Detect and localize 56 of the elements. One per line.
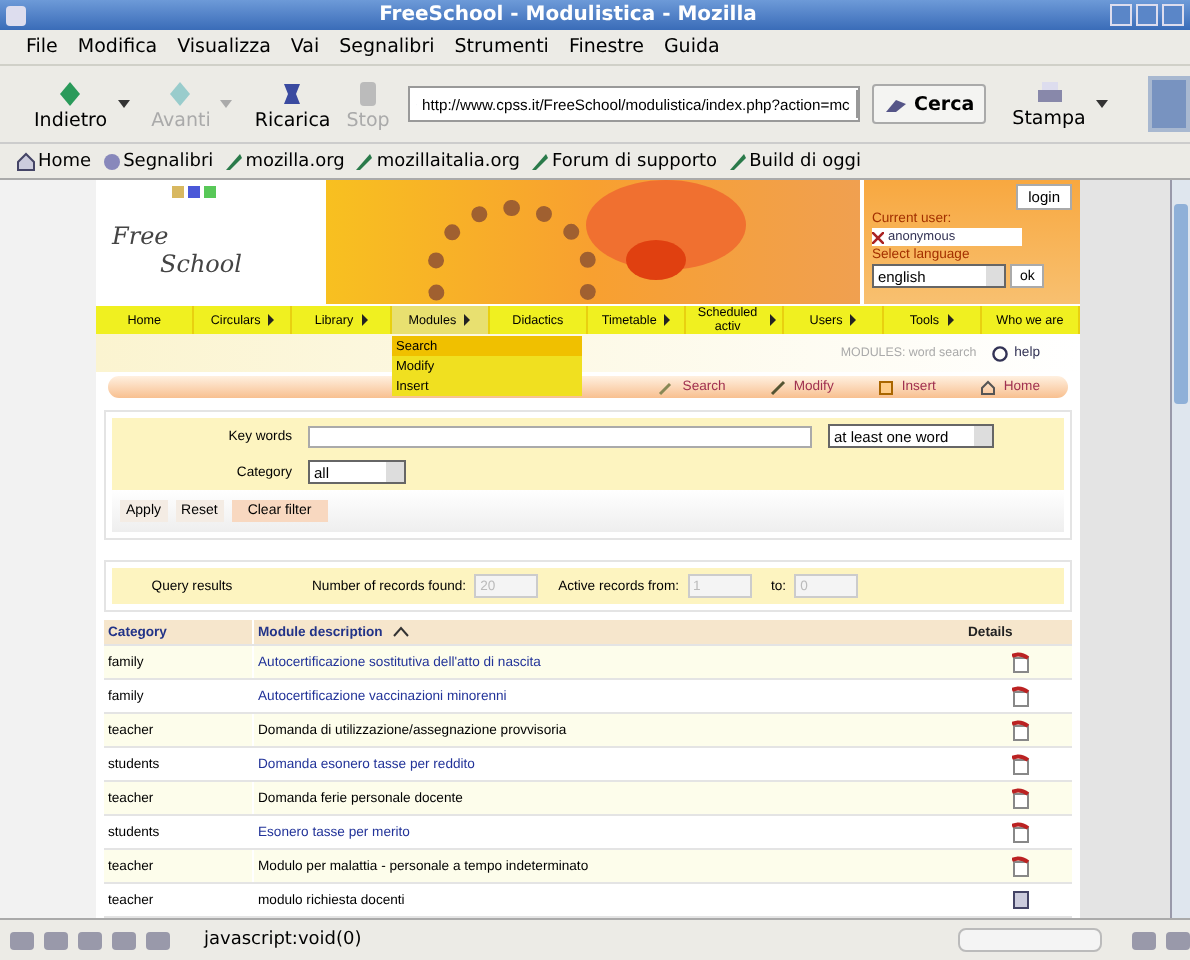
bookmark-item[interactable]: Segnalibri — [101, 151, 214, 171]
menu-item[interactable]: Strumenti — [454, 36, 549, 58]
bookmark-item[interactable]: mozillaitalia.org — [354, 151, 521, 171]
toolbar-button[interactable]: Indietro — [28, 77, 114, 131]
pdf-file-icon[interactable] — [1011, 821, 1029, 843]
bookmark-item[interactable]: Home — [16, 151, 92, 171]
help-icon — [992, 345, 1009, 362]
menu-item[interactable]: Finestre — [568, 36, 644, 58]
insert-icon — [877, 379, 894, 396]
search-icon — [884, 95, 909, 113]
status-bar-icon[interactable] — [10, 931, 34, 949]
link-icon — [354, 151, 375, 171]
throbber-icon[interactable] — [1147, 76, 1190, 132]
menu-item[interactable]: Modifica — [77, 36, 158, 58]
bookmark-item[interactable]: mozilla.org — [223, 151, 345, 171]
menu-item[interactable]: Segnalibri — [339, 36, 435, 58]
printer-icon — [1033, 79, 1066, 107]
window-title: FreeSchool - Modulistica - Mozilla — [377, 4, 759, 26]
user-icon — [871, 231, 884, 243]
menu-item[interactable]: Vai — [290, 36, 320, 58]
maximize-button[interactable] — [1136, 4, 1158, 26]
pdf-file-icon[interactable] — [1011, 651, 1029, 673]
pdf-file-icon[interactable] — [1011, 753, 1029, 775]
pdf-file-icon[interactable] — [1011, 855, 1029, 877]
search-icon — [658, 379, 675, 396]
home-icon — [16, 151, 36, 171]
link-icon — [223, 151, 244, 171]
home-icon — [979, 379, 996, 396]
document-icon[interactable] — [1011, 890, 1029, 910]
menu-item[interactable]: Visualizza — [177, 36, 271, 58]
close-button[interactable] — [1162, 4, 1184, 26]
status-bar-icon[interactable] — [112, 931, 136, 949]
search-button[interactable]: Cerca — [872, 84, 987, 124]
print-button[interactable]: Stampa — [1006, 79, 1092, 129]
pdf-file-icon[interactable] — [1011, 787, 1029, 809]
pdf-file-icon[interactable] — [1011, 685, 1029, 707]
keywords-field[interactable] — [308, 425, 812, 447]
bookmark-item[interactable]: Forum di supporto — [530, 151, 718, 171]
bookmarks-icon — [101, 151, 122, 171]
link-icon — [530, 151, 551, 171]
status-bar-icon[interactable] — [44, 931, 68, 949]
status-text: javascript:void(0) — [204, 930, 364, 950]
status-bar-icon[interactable] — [146, 931, 170, 949]
bookmark-item[interactable]: Build di oggi — [727, 151, 862, 171]
window-menu-icon[interactable] — [6, 5, 26, 25]
scrollbar[interactable] — [1170, 180, 1190, 918]
toolbar-button[interactable]: Ricarica — [248, 77, 337, 131]
menu-item[interactable]: File — [26, 36, 58, 58]
status-panel — [958, 928, 1102, 952]
status-bar-icon[interactable] — [78, 931, 102, 949]
modify-icon — [769, 379, 786, 396]
pdf-file-icon[interactable] — [1011, 719, 1029, 741]
sort-caret-icon — [392, 626, 411, 638]
minimize-button[interactable] — [1110, 4, 1132, 26]
menu-item[interactable]: Guida — [663, 36, 720, 58]
link-icon — [727, 151, 748, 171]
